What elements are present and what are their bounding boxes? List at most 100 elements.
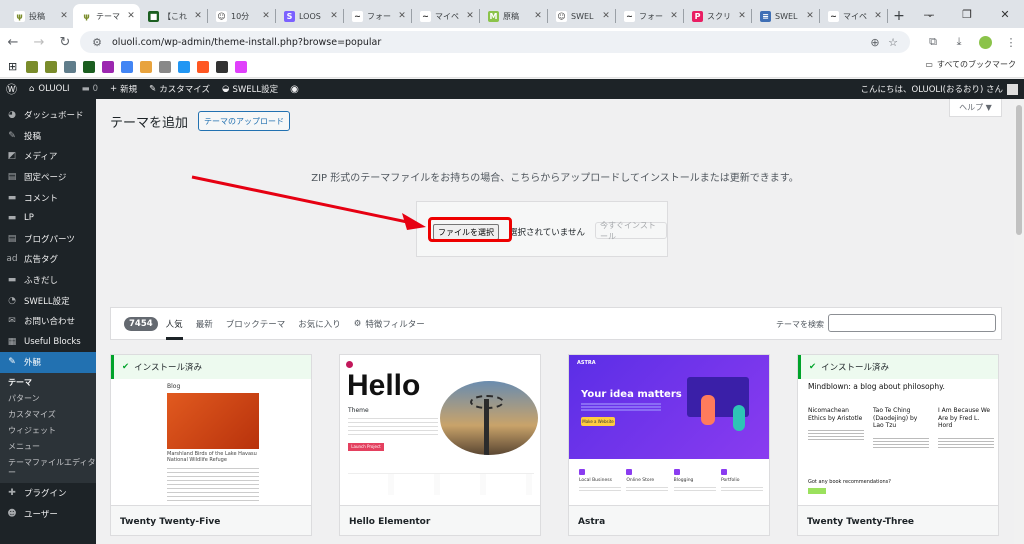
menu-appearance[interactable]: ✎ 外観 (0, 352, 96, 373)
menu-item[interactable]: ✉ お問い合わせ (0, 311, 96, 332)
feature-filter-button[interactable]: ⚙ 特徴フィルター (354, 307, 425, 340)
menu-item[interactable]: ▦ Useful Blocks (0, 332, 96, 353)
browser-tab[interactable]: ~ フォー ✕ (344, 4, 411, 28)
tab-close-icon[interactable]: ✕ (805, 11, 815, 21)
bookmark-icon[interactable] (102, 60, 115, 73)
bookmark-icon[interactable] (235, 60, 248, 73)
menu-item[interactable]: ad 広告タグ (0, 249, 96, 270)
bookmark-icon[interactable] (178, 60, 191, 73)
submenu-item[interactable]: ウィジェット (0, 423, 96, 439)
theme-card[interactable]: Hello Theme Launch Project Hello Element… (339, 354, 541, 536)
tab-close-icon[interactable]: ✕ (59, 11, 69, 21)
menu-item[interactable]: ◔ SWELL設定 (0, 290, 96, 311)
menu-item[interactable]: ✚ プラグイン (0, 483, 96, 504)
menu-item[interactable]: ✎ 投稿 (0, 126, 96, 147)
comments-link[interactable]: ▬ 0 (76, 79, 104, 99)
theme-card[interactable]: Blog Marshland Birds of the Lake Havasu … (110, 354, 312, 536)
swell-settings-link[interactable]: ◒ SWELL設定 (216, 79, 284, 99)
browser-tab[interactable]: ☺ 10分 ✕ (208, 4, 275, 28)
submenu-item[interactable]: テーマファイルエディター (0, 455, 96, 481)
updates-icon[interactable]: ◉ (284, 79, 305, 99)
site-info-icon[interactable]: ⚙ (88, 36, 106, 49)
submenu-item[interactable]: パターン (0, 391, 96, 407)
tab-close-icon[interactable]: ✕ (873, 11, 883, 21)
browser-tab[interactable]: S LOOS ✕ (276, 4, 343, 28)
bookmark-icon[interactable] (83, 60, 96, 73)
browser-tab[interactable]: ~ マイペ ✕ (412, 4, 479, 28)
menu-item[interactable]: ▤ 固定ページ (0, 167, 96, 188)
download-icon[interactable]: ⤓ (946, 28, 972, 56)
tab-close-icon[interactable]: ✕ (329, 11, 339, 21)
filter-tab[interactable]: 人気 (165, 307, 183, 340)
submenu-item[interactable]: メニュー (0, 439, 96, 455)
customize-link[interactable]: ✎ カスタマイズ (143, 79, 216, 99)
menu-item[interactable]: ◕ ダッシュボード (0, 105, 96, 126)
browser-tab[interactable]: P スクリ ✕ (684, 4, 751, 28)
browser-tab[interactable]: ■ 【これ ✕ (140, 4, 207, 28)
tab-close-icon[interactable]: ✕ (737, 11, 747, 21)
scrollbar-thumb[interactable] (1016, 105, 1022, 235)
tab-close-icon[interactable]: ✕ (533, 11, 543, 21)
search-themes-input[interactable] (828, 314, 996, 332)
theme-card[interactable]: ASTRA Your idea matters Make a Website L… (568, 354, 770, 536)
close-icon[interactable]: ✕ (986, 0, 1024, 28)
zoom-icon[interactable]: ⊕ (866, 36, 884, 49)
url-text[interactable]: oluoli.com/wp-admin/theme-install.php?br… (112, 37, 866, 48)
forward-icon[interactable]: → (26, 28, 52, 56)
theme-card[interactable]: Mindblown: a blog about philosophy. Nico… (797, 354, 999, 536)
browser-tab[interactable]: M 原稿 ✕ (480, 4, 547, 28)
all-bookmarks[interactable]: ▭ すべてのブックマーク (925, 59, 1016, 70)
browser-tab[interactable]: ~ フォー ✕ (616, 4, 683, 28)
new-tab-button[interactable]: + (888, 4, 910, 28)
bookmark-icon[interactable] (121, 60, 134, 73)
tab-close-icon[interactable]: ✕ (193, 11, 203, 21)
browser-tab[interactable]: ~ マイペ ✕ (820, 4, 887, 28)
submenu-item[interactable]: テーマ (0, 375, 96, 391)
menu-icon[interactable]: ⋮ (998, 28, 1024, 56)
browser-tab[interactable]: ≡ SWEL ✕ (752, 4, 819, 28)
apps-icon[interactable]: ⊞ (8, 60, 17, 73)
filter-tab[interactable]: お気に入り (298, 307, 341, 340)
menu-item[interactable]: ◩ メディア (0, 146, 96, 167)
browser-tab[interactable]: ψ 投稿 ✕ (6, 4, 73, 28)
back-icon[interactable]: ← (0, 28, 26, 56)
bookmark-icon[interactable] (159, 60, 172, 73)
help-button[interactable]: ヘルプ ▼ (949, 99, 1002, 117)
minimize-icon[interactable]: — (910, 0, 948, 28)
bookmark-icon[interactable] (45, 60, 58, 73)
wordpress-logo-icon[interactable]: Ⓦ (0, 79, 23, 99)
bookmark-icon[interactable] (216, 60, 229, 73)
page-scrollbar[interactable] (1014, 99, 1024, 544)
tab-close-icon[interactable]: ✕ (397, 11, 407, 21)
extensions-icon[interactable]: ⧉ (920, 28, 946, 56)
upload-theme-button[interactable]: テーマのアップロード (198, 111, 290, 131)
reload-icon[interactable]: ↻ (52, 28, 78, 56)
filter-tab[interactable]: ブロックテーマ (226, 307, 286, 340)
menu-item[interactable]: ☻ ユーザー (0, 503, 96, 524)
bookmark-icon[interactable] (26, 60, 39, 73)
profile-avatar[interactable] (972, 28, 998, 56)
tab-close-icon[interactable]: ✕ (261, 11, 271, 21)
menu-item[interactable]: ▬ LP (0, 208, 96, 229)
filter-tab[interactable]: 最新 (196, 307, 213, 340)
install-now-button[interactable]: 今すぐインストール (595, 221, 667, 241)
menu-item[interactable]: ▬ コメント (0, 187, 96, 208)
bookmark-star-icon[interactable]: ☆ (884, 36, 902, 49)
new-content-link[interactable]: + 新規 (104, 79, 143, 99)
bookmark-icon[interactable] (64, 60, 77, 73)
tab-close-icon[interactable]: ✕ (669, 11, 679, 21)
menu-item[interactable]: ▤ ブログパーツ (0, 229, 96, 250)
browser-tab[interactable]: ψ テーマ ✕ (73, 4, 140, 28)
maximize-icon[interactable]: ❐ (948, 0, 986, 28)
site-name-link[interactable]: ⌂ OLUOLI (23, 79, 76, 99)
browser-tab[interactable]: ☺ SWEL ✕ (548, 4, 615, 28)
bookmark-icon[interactable] (140, 60, 153, 73)
submenu-item[interactable]: カスタマイズ (0, 407, 96, 423)
bookmark-icon[interactable] (197, 60, 210, 73)
tab-close-icon[interactable]: ✕ (601, 11, 611, 21)
tab-close-icon[interactable]: ✕ (465, 11, 475, 21)
menu-item[interactable]: ▬ ふきだし (0, 270, 96, 291)
address-bar[interactable]: ⚙ oluoli.com/wp-admin/theme-install.php?… (80, 31, 910, 53)
tab-close-icon[interactable]: ✕ (126, 11, 136, 21)
howdy-user[interactable]: こんにちは、OLUOLI(おるおり) さん (861, 79, 1018, 99)
